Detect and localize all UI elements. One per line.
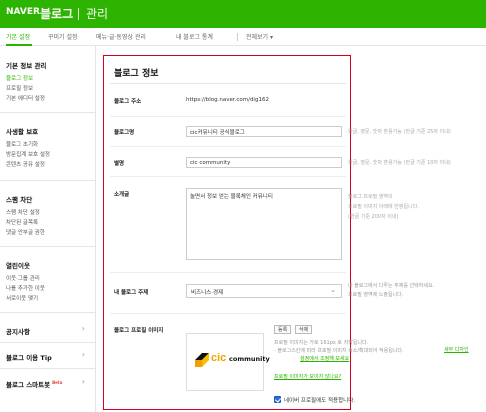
sidebar-section-neighbors: 열린이웃 [6, 262, 30, 270]
row-divider [110, 116, 346, 117]
cic-logo-mark-icon [195, 353, 209, 367]
intro-help-3: (한글 기준 200자 이내) [348, 214, 399, 220]
chevron-right-icon: › [81, 350, 85, 359]
profile-image-label: 블로그 프로필 이미지 [114, 328, 164, 334]
sidebar-item-editor-settings[interactable]: 기본 에디터 설정 [6, 94, 45, 102]
page-heading: 관리 [86, 7, 109, 21]
topic-select[interactable]: 비즈니스·경제 ⌄ [186, 284, 342, 298]
chevron-right-icon: › [81, 377, 85, 386]
top-header: NAVER 블로그 관리 [0, 0, 486, 28]
blog-name-help: 한글, 영문, 숫자 혼용가능 (한글 기준 25자 이내) [348, 129, 451, 135]
topic-label: 내 블로그 주제 [114, 290, 149, 296]
sidebar-section-basic-info: 기본 정보 관리 [6, 62, 47, 70]
cic-logo-subtext: community [229, 355, 270, 363]
sidebar-item-followers[interactable]: 나를 추가한 이웃 [6, 284, 45, 292]
intro-help-2: 프로필 이미지 아래에 반영됩니다. [348, 204, 419, 210]
sidebar-item-blog-info[interactable]: 블로그 정보 [6, 74, 33, 82]
sidebar-item-mutual-neighbors[interactable]: 서로이웃 맺기 [6, 294, 38, 302]
detail-design-settings-link[interactable]: 설정에서 조정해 보세요 [300, 355, 349, 362]
chevron-right-icon: › [81, 324, 85, 333]
row-divider [110, 272, 346, 273]
detail-design-link[interactable]: 세부 디자인 [444, 346, 469, 353]
row-divider [110, 176, 346, 177]
row-divider [110, 146, 346, 147]
intro-textarea[interactable]: 놀면서 정보 얻는 블록체인 커뮤니티 [186, 188, 342, 260]
sidebar-item-comment-permission[interactable]: 댓글 안부글 권한 [6, 228, 45, 236]
sidebar-item-spam-settings[interactable]: 스팸 차단 설정 [6, 208, 40, 216]
sidebar-item-content-sharing[interactable]: 콘텐츠 공유 설정 [6, 160, 45, 168]
apply-naver-profile-checkbox[interactable] [274, 396, 281, 403]
cic-logo-text: cic [211, 352, 227, 364]
sidebar-item-profile-info[interactable]: 프로필 정보 [6, 84, 33, 92]
alias-label: 별명 [114, 161, 125, 167]
row-divider [110, 313, 346, 314]
sidebar-link-tips[interactable]: 블로그 이용 Tip [6, 352, 52, 362]
apply-naver-profile-label: 네이버 프로필에도 적용합니다. [284, 398, 356, 404]
main-tabs: 기본 설정 꾸미기 설정 메뉴·글·동영상 관리 내 블로그 통계 전체보기 ▾ [0, 28, 486, 46]
topic-help-2: 프로필 영역에 노출됩니다. [348, 292, 404, 298]
alias-input[interactable] [186, 157, 342, 168]
sidebar-item-blog-reset[interactable]: 블로그 초기화 [6, 140, 38, 148]
sidebar-divider [0, 180, 95, 181]
blog-service-name[interactable]: 블로그 [40, 5, 73, 22]
intro-label: 소개글 [114, 192, 130, 198]
register-image-button[interactable]: 등록 [274, 325, 292, 334]
smartbot-label: 블로그 스마트봇 [6, 381, 51, 389]
sidebar-section-privacy: 사생활 보호 [6, 128, 39, 136]
sidebar-divider [0, 312, 95, 313]
chevron-down-icon: ⌄ [330, 286, 336, 294]
sidebar-link-smartbot[interactable]: 블로그 스마트봇 Beta [6, 379, 63, 389]
sidebar-divider [0, 342, 95, 343]
blog-name-input[interactable] [186, 126, 342, 137]
tab-divider [237, 33, 238, 41]
address-value: https://blog.naver.com/dig162 [186, 97, 269, 103]
sidebar-item-visit-protection[interactable]: 방문집계 보호 설정 [6, 150, 50, 158]
sidebar-divider [0, 368, 95, 369]
cic-community-logo: cic community [195, 351, 270, 373]
tab-view-all[interactable]: 전체보기 ▾ [246, 32, 273, 41]
sidebar-divider [0, 246, 95, 247]
sidebar-divider [0, 112, 95, 113]
page-title: 블로그 정보 [114, 69, 159, 79]
sidebar-section-spam: 스팸 차단 [6, 196, 33, 204]
image-help-1: 프로필 이미지는 가로 161px 로 저장됩니다. [274, 340, 369, 346]
topic-help-1: 내 블로그에서 다루는 주제를 선택하세요. [348, 283, 435, 289]
naver-logo[interactable]: NAVER [6, 7, 40, 17]
tab-decoration-settings[interactable]: 꾸미기 설정 [48, 32, 78, 41]
sidebar-link-notice[interactable]: 공지사항 [6, 326, 30, 336]
header-divider [78, 8, 79, 20]
sidebar: 기본 정보 관리 블로그 정보 프로필 정보 기본 에디터 설정 사생활 보호 … [0, 46, 96, 412]
tab-blog-stats[interactable]: 내 블로그 통계 [176, 32, 213, 41]
alias-help: 한글, 영문, 숫자 혼용가능 (한글 기준 10자 이내) [348, 160, 451, 166]
sidebar-item-blocked-posts[interactable]: 차단된 글목록 [6, 218, 38, 226]
address-label: 블로그 주소 [114, 99, 142, 105]
tab-menu-post-video[interactable]: 메뉴·글·동영상 관리 [96, 32, 146, 41]
blog-name-label: 블로그명 [114, 130, 135, 136]
image-help-2: - 블로그스킨에 따라 프로필 이미지 축소/확대되어 적용됩니다. [274, 348, 404, 354]
beta-badge: Beta [52, 379, 63, 385]
topic-selected-value: 비즈니스·경제 [191, 290, 224, 296]
title-divider [110, 83, 346, 84]
tab-basic-settings[interactable]: 기본 설정 [6, 32, 30, 41]
intro-help-1: 블로그 프로필 영역의 [348, 194, 393, 200]
delete-image-button[interactable]: 삭제 [295, 325, 313, 334]
sidebar-item-neighbor-groups[interactable]: 이웃·그룹 관리 [6, 274, 40, 282]
profile-image-preview: cic community [186, 333, 270, 391]
profile-image-help-link[interactable]: 프로필 이미지가 보이지 않나요? [274, 373, 341, 380]
